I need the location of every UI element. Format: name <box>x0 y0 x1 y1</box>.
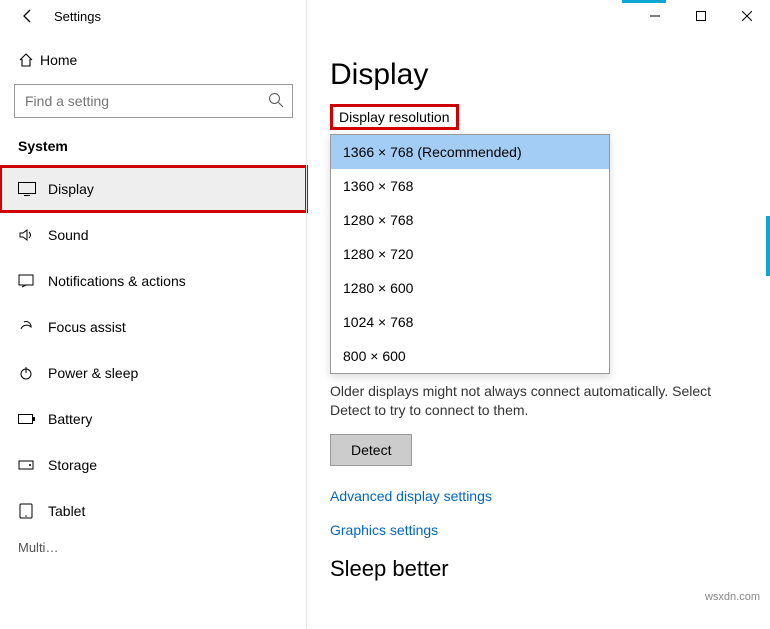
window-title: Settings <box>54 9 101 24</box>
storage-icon <box>18 457 48 473</box>
close-button[interactable] <box>724 0 770 32</box>
description-text: Older displays might not always connect … <box>330 382 730 420</box>
nav-sound[interactable]: Sound <box>0 212 307 258</box>
resolution-option[interactable]: 1280 × 768 <box>331 203 609 237</box>
detect-button[interactable]: Detect <box>330 434 412 466</box>
tablet-icon <box>18 503 48 519</box>
resolution-option[interactable]: 1280 × 720 <box>331 237 609 271</box>
nav-label: Focus assist <box>48 319 126 335</box>
focus-icon <box>18 319 48 335</box>
power-icon <box>18 365 48 381</box>
notifications-icon <box>18 273 48 289</box>
watermark: wsxdn.com <box>705 591 760 603</box>
nav-tablet[interactable]: Tablet <box>0 488 307 534</box>
resolution-option[interactable]: 1360 × 768 <box>331 169 609 203</box>
resolution-option[interactable]: 1366 × 768 (Recommended) <box>331 135 609 169</box>
advanced-display-link[interactable]: Advanced display settings <box>330 488 748 504</box>
nav-label: Storage <box>48 457 97 473</box>
home-icon <box>18 52 40 68</box>
battery-icon <box>18 413 48 425</box>
sound-icon <box>18 227 48 243</box>
search-input[interactable] <box>14 84 293 118</box>
back-button[interactable] <box>12 0 44 32</box>
home-label: Home <box>40 52 77 68</box>
nav-storage[interactable]: Storage <box>0 442 307 488</box>
home-nav[interactable]: Home <box>0 42 307 78</box>
section-label: Display resolution <box>330 104 459 130</box>
search-icon <box>267 91 285 109</box>
minimize-button[interactable] <box>632 0 678 32</box>
nav-truncated: Multi… <box>0 534 307 561</box>
nav-battery[interactable]: Battery <box>0 396 307 442</box>
nav-notifications[interactable]: Notifications & actions <box>0 258 307 304</box>
resolution-option[interactable]: 1280 × 600 <box>331 271 609 305</box>
group-label: System <box>0 132 307 166</box>
nav-label: Notifications & actions <box>48 273 186 289</box>
nav-label: Tablet <box>48 503 85 519</box>
nav-label: Sound <box>48 227 88 243</box>
resolution-dropdown[interactable]: 1366 × 768 (Recommended) 1360 × 768 1280… <box>330 134 610 374</box>
nav-label: Battery <box>48 411 92 427</box>
page-title: Display <box>330 58 748 92</box>
sleep-heading: Sleep better <box>330 556 748 582</box>
display-icon <box>18 182 48 196</box>
nav-focus[interactable]: Focus assist <box>0 304 307 350</box>
maximize-button[interactable] <box>678 0 724 32</box>
graphics-settings-link[interactable]: Graphics settings <box>330 522 748 538</box>
nav-display[interactable]: Display <box>0 166 307 212</box>
nav-label: Display <box>48 181 94 197</box>
nav-power[interactable]: Power & sleep <box>0 350 307 396</box>
resolution-option[interactable]: 800 × 600 <box>331 339 609 373</box>
resolution-option[interactable]: 1024 × 768 <box>331 305 609 339</box>
nav-label: Power & sleep <box>48 365 138 381</box>
